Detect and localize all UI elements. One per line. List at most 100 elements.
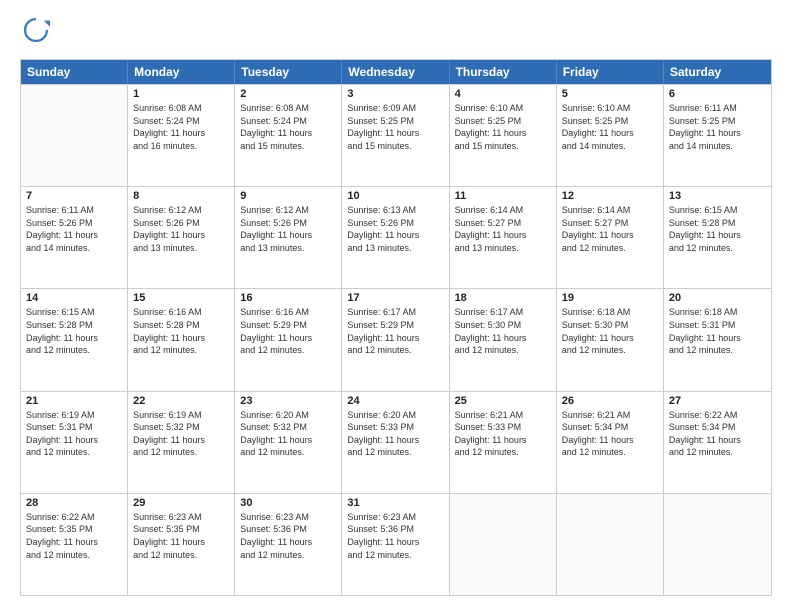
- day-number: 3: [347, 88, 443, 100]
- header-cell-saturday: Saturday: [664, 60, 771, 84]
- header-cell-thursday: Thursday: [450, 60, 557, 84]
- day-info: Sunrise: 6:21 AM Sunset: 5:33 PM Dayligh…: [455, 409, 551, 459]
- calendar-cell: 29 Sunrise: 6:23 AM Sunset: 5:35 PM Dayli…: [128, 494, 235, 595]
- calendar-cell: 11 Sunrise: 6:14 AM Sunset: 5:27 PM Dayli…: [450, 187, 557, 288]
- calendar-cell: 18 Sunrise: 6:17 AM Sunset: 5:30 PM Dayli…: [450, 289, 557, 390]
- calendar-cell: 30Sunrise: 6:23 AM Sunset: 5:36 PM Dayli…: [235, 494, 342, 595]
- header-cell-sunday: Sunday: [21, 60, 128, 84]
- calendar-cell: 21 Sunrise: 6:19 AM Sunset: 5:31 PM Dayli…: [21, 392, 128, 493]
- calendar-cell: 20Sunrise: 6:18 AM Sunset: 5:31 PM Dayli…: [664, 289, 771, 390]
- day-number: 10: [347, 190, 443, 202]
- page: SundayMondayTuesdayWednesdayThursdayFrid…: [0, 0, 792, 612]
- logo: [20, 16, 54, 49]
- header: [20, 16, 772, 49]
- calendar-cell: 7Sunrise: 6:11 AM Sunset: 5:26 PM Daylig…: [21, 187, 128, 288]
- day-number: 24: [347, 395, 443, 407]
- day-number: 21: [26, 395, 122, 407]
- day-info: Sunrise: 6:23 AM Sunset: 5:36 PM Dayligh…: [347, 511, 443, 561]
- day-number: 14: [26, 292, 122, 304]
- calendar-cell: 25 Sunrise: 6:21 AM Sunset: 5:33 PM Dayli…: [450, 392, 557, 493]
- header-cell-friday: Friday: [557, 60, 664, 84]
- day-info: Sunrise: 6:20 AM Sunset: 5:32 PM Dayligh…: [240, 409, 336, 459]
- day-info: Sunrise: 6:14 AM Sunset: 5:27 PM Dayligh…: [455, 204, 551, 254]
- day-number: 26: [562, 395, 658, 407]
- calendar-cell: [450, 494, 557, 595]
- header-cell-monday: Monday: [128, 60, 235, 84]
- calendar-cell: 14 Sunrise: 6:15 AM Sunset: 5:28 PM Dayli…: [21, 289, 128, 390]
- calendar-cell: 27 Sunrise: 6:22 AM Sunset: 5:34 PM Dayli…: [664, 392, 771, 493]
- calendar-cell: 15Sunrise: 6:16 AM Sunset: 5:28 PM Dayli…: [128, 289, 235, 390]
- calendar-cell: 22Sunrise: 6:19 AM Sunset: 5:32 PM Dayli…: [128, 392, 235, 493]
- calendar-cell: 3 Sunrise: 6:09 AM Sunset: 5:25 PM Daylig…: [342, 85, 449, 186]
- day-info: Sunrise: 6:15 AM Sunset: 5:28 PM Dayligh…: [669, 204, 766, 254]
- day-info: Sunrise: 6:09 AM Sunset: 5:25 PM Dayligh…: [347, 102, 443, 152]
- calendar-body: 1Sunrise: 6:08 AM Sunset: 5:24 PM Daylig…: [21, 84, 771, 595]
- day-number: 7: [26, 190, 122, 202]
- day-number: 13: [669, 190, 766, 202]
- day-info: Sunrise: 6:23 AM Sunset: 5:35 PM Dayligh…: [133, 511, 229, 561]
- day-info: Sunrise: 6:12 AM Sunset: 5:26 PM Dayligh…: [240, 204, 336, 254]
- day-info: Sunrise: 6:17 AM Sunset: 5:30 PM Dayligh…: [455, 306, 551, 356]
- day-number: 19: [562, 292, 658, 304]
- day-info: Sunrise: 6:08 AM Sunset: 5:24 PM Dayligh…: [133, 102, 229, 152]
- calendar-cell: 24 Sunrise: 6:20 AM Sunset: 5:33 PM Dayli…: [342, 392, 449, 493]
- calendar-cell: 23Sunrise: 6:20 AM Sunset: 5:32 PM Dayli…: [235, 392, 342, 493]
- calendar-cell: 17 Sunrise: 6:17 AM Sunset: 5:29 PM Dayli…: [342, 289, 449, 390]
- day-number: 16: [240, 292, 336, 304]
- calendar-cell: 5 Sunrise: 6:10 AM Sunset: 5:25 PM Daylig…: [557, 85, 664, 186]
- calendar-cell: 9 Sunrise: 6:12 AM Sunset: 5:26 PM Daylig…: [235, 187, 342, 288]
- day-info: Sunrise: 6:11 AM Sunset: 5:25 PM Dayligh…: [669, 102, 766, 152]
- calendar: SundayMondayTuesdayWednesdayThursdayFrid…: [20, 59, 772, 596]
- calendar-header: SundayMondayTuesdayWednesdayThursdayFrid…: [21, 60, 771, 84]
- day-number: 20: [669, 292, 766, 304]
- calendar-cell: 13 Sunrise: 6:15 AM Sunset: 5:28 PM Dayli…: [664, 187, 771, 288]
- day-info: Sunrise: 6:19 AM Sunset: 5:31 PM Dayligh…: [26, 409, 122, 459]
- header-cell-wednesday: Wednesday: [342, 60, 449, 84]
- calendar-cell: 10Sunrise: 6:13 AM Sunset: 5:26 PM Dayli…: [342, 187, 449, 288]
- calendar-week-4: 21 Sunrise: 6:19 AM Sunset: 5:31 PM Dayli…: [21, 391, 771, 493]
- calendar-cell: [21, 85, 128, 186]
- calendar-cell: 2 Sunrise: 6:08 AM Sunset: 5:24 PM Daylig…: [235, 85, 342, 186]
- logo-icon: [22, 16, 50, 44]
- day-info: Sunrise: 6:08 AM Sunset: 5:24 PM Dayligh…: [240, 102, 336, 152]
- header-cell-tuesday: Tuesday: [235, 60, 342, 84]
- day-number: 9: [240, 190, 336, 202]
- calendar-cell: 16 Sunrise: 6:16 AM Sunset: 5:29 PM Dayli…: [235, 289, 342, 390]
- day-number: 27: [669, 395, 766, 407]
- day-info: Sunrise: 6:15 AM Sunset: 5:28 PM Dayligh…: [26, 306, 122, 356]
- day-number: 29: [133, 497, 229, 509]
- calendar-cell: [557, 494, 664, 595]
- calendar-week-1: 1Sunrise: 6:08 AM Sunset: 5:24 PM Daylig…: [21, 84, 771, 186]
- calendar-cell: 1Sunrise: 6:08 AM Sunset: 5:24 PM Daylig…: [128, 85, 235, 186]
- day-number: 28: [26, 497, 122, 509]
- day-number: 18: [455, 292, 551, 304]
- calendar-cell: 26 Sunrise: 6:21 AM Sunset: 5:34 PM Dayli…: [557, 392, 664, 493]
- day-number: 8: [133, 190, 229, 202]
- day-number: 5: [562, 88, 658, 100]
- day-info: Sunrise: 6:10 AM Sunset: 5:25 PM Dayligh…: [562, 102, 658, 152]
- calendar-cell: 28 Sunrise: 6:22 AM Sunset: 5:35 PM Dayli…: [21, 494, 128, 595]
- calendar-cell: 19 Sunrise: 6:18 AM Sunset: 5:30 PM Dayli…: [557, 289, 664, 390]
- day-info: Sunrise: 6:17 AM Sunset: 5:29 PM Dayligh…: [347, 306, 443, 356]
- day-info: Sunrise: 6:12 AM Sunset: 5:26 PM Dayligh…: [133, 204, 229, 254]
- day-info: Sunrise: 6:22 AM Sunset: 5:34 PM Dayligh…: [669, 409, 766, 459]
- day-number: 15: [133, 292, 229, 304]
- day-number: 31: [347, 497, 443, 509]
- day-info: Sunrise: 6:14 AM Sunset: 5:27 PM Dayligh…: [562, 204, 658, 254]
- day-number: 17: [347, 292, 443, 304]
- day-number: 25: [455, 395, 551, 407]
- day-info: Sunrise: 6:16 AM Sunset: 5:29 PM Dayligh…: [240, 306, 336, 356]
- day-number: 2: [240, 88, 336, 100]
- calendar-cell: 31 Sunrise: 6:23 AM Sunset: 5:36 PM Dayli…: [342, 494, 449, 595]
- day-info: Sunrise: 6:20 AM Sunset: 5:33 PM Dayligh…: [347, 409, 443, 459]
- day-info: Sunrise: 6:18 AM Sunset: 5:30 PM Dayligh…: [562, 306, 658, 356]
- calendar-cell: 8 Sunrise: 6:12 AM Sunset: 5:26 PM Daylig…: [128, 187, 235, 288]
- calendar-cell: 6Sunrise: 6:11 AM Sunset: 5:25 PM Daylig…: [664, 85, 771, 186]
- day-info: Sunrise: 6:22 AM Sunset: 5:35 PM Dayligh…: [26, 511, 122, 561]
- calendar-cell: [664, 494, 771, 595]
- day-info: Sunrise: 6:21 AM Sunset: 5:34 PM Dayligh…: [562, 409, 658, 459]
- calendar-week-3: 14 Sunrise: 6:15 AM Sunset: 5:28 PM Dayli…: [21, 288, 771, 390]
- calendar-week-2: 7Sunrise: 6:11 AM Sunset: 5:26 PM Daylig…: [21, 186, 771, 288]
- day-number: 11: [455, 190, 551, 202]
- calendar-cell: 4Sunrise: 6:10 AM Sunset: 5:25 PM Daylig…: [450, 85, 557, 186]
